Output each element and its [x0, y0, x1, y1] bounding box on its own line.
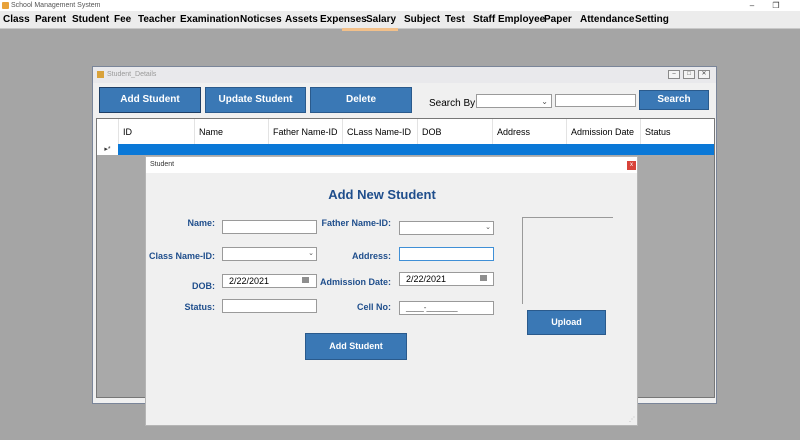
menu-bar: Class Parent Student Fee Teacher Examina…: [0, 11, 800, 29]
column-header-address[interactable]: Address: [492, 119, 566, 144]
menu-test[interactable]: Test: [445, 11, 465, 28]
column-header-class[interactable]: CLass Name-ID: [342, 119, 417, 144]
student-details-title: Student_Details: [107, 71, 157, 78]
student-dialog-title: Student: [150, 161, 175, 168]
menu-paper[interactable]: Paper: [544, 11, 572, 28]
restore-icon[interactable]: ❐: [764, 0, 788, 11]
menu-salary[interactable]: Salary: [366, 11, 396, 28]
menu-attendance[interactable]: Attendance: [580, 11, 634, 28]
column-header-father[interactable]: Father Name-ID: [268, 119, 342, 144]
grid-header: ID Name Father Name-ID CLass Name-ID DOB…: [97, 119, 714, 145]
menu-examination[interactable]: Examination: [180, 11, 239, 28]
menu-expenses[interactable]: Expenses: [320, 11, 367, 28]
chevron-down-icon: ⌄: [541, 97, 548, 106]
search-input[interactable]: [555, 94, 636, 107]
close-icon[interactable]: ✕: [698, 70, 710, 79]
menu-student[interactable]: Student: [72, 11, 109, 28]
menu-parent[interactable]: Parent: [35, 11, 66, 28]
column-header-dob[interactable]: DOB: [417, 119, 492, 144]
column-header-status[interactable]: Status: [640, 119, 714, 144]
close-icon[interactable]: x: [627, 161, 636, 170]
delete-button[interactable]: Delete: [310, 87, 412, 113]
maximize-icon[interactable]: □: [683, 70, 695, 79]
name-input[interactable]: [222, 220, 317, 234]
chevron-down-icon: ⌄: [485, 224, 491, 231]
window-icon: [97, 71, 104, 78]
add-student-submit-button[interactable]: Add Student: [305, 333, 407, 360]
upload-button[interactable]: Upload: [527, 310, 606, 335]
app-title-bar: School Management System – ❐: [0, 0, 800, 11]
add-student-button[interactable]: Add Student: [99, 87, 201, 113]
page-title: Add New Student: [328, 187, 436, 202]
column-header-admission[interactable]: Admission Date: [566, 119, 640, 144]
resize-grip-icon[interactable]: ⋰: [629, 416, 635, 423]
menu-setting[interactable]: Setting: [635, 11, 669, 28]
cell-no-label: Cell No:: [356, 302, 391, 312]
calendar-icon[interactable]: [480, 275, 487, 281]
table-row-selected[interactable]: [97, 144, 714, 155]
row-header[interactable]: ▸*: [97, 144, 118, 155]
admission-date-label: Admission Date:: [319, 277, 391, 287]
menu-fee[interactable]: Fee: [114, 11, 131, 28]
search-by-select[interactable]: ⌄: [476, 94, 552, 108]
accent-strip: [342, 28, 398, 31]
app-icon: [2, 2, 9, 9]
address-input[interactable]: [399, 247, 494, 261]
column-header-name[interactable]: Name: [194, 119, 268, 144]
update-student-button[interactable]: Update Student: [205, 87, 306, 113]
cell-no-input[interactable]: ____-_______: [399, 301, 494, 315]
dob-label: DOB:: [192, 281, 215, 291]
address-label: Address:: [351, 251, 391, 261]
calendar-icon[interactable]: [302, 277, 309, 283]
minimize-icon[interactable]: –: [740, 0, 764, 11]
student-details-caption: Student_Details – □ ✕: [93, 67, 716, 83]
status-label: Status:: [184, 302, 215, 312]
chevron-down-icon: ⌄: [308, 250, 314, 257]
menu-noticses[interactable]: Noticses: [240, 11, 282, 28]
father-name-label: Father Name-ID:: [321, 218, 391, 228]
minimize-icon[interactable]: –: [668, 70, 680, 79]
search-by-label: Search By:: [429, 98, 478, 109]
student-dialog-caption: Student x: [146, 157, 637, 173]
class-name-select[interactable]: ⌄: [222, 247, 317, 261]
menu-assets[interactable]: Assets: [285, 11, 318, 28]
menu-staff-employee[interactable]: Staff Employee: [473, 11, 545, 28]
menu-subject[interactable]: Subject: [404, 11, 440, 28]
menu-teacher[interactable]: Teacher: [138, 11, 176, 28]
taskbar-edge: [0, 440, 800, 445]
menu-class[interactable]: Class: [3, 11, 30, 28]
father-name-select[interactable]: ⌄: [399, 221, 494, 235]
search-button[interactable]: Search: [639, 90, 709, 110]
status-input[interactable]: [222, 299, 317, 313]
student-photo-box: [522, 217, 613, 304]
class-name-label: Class Name-ID:: [148, 251, 215, 261]
student-dialog: Student x Add New Student Name: Father N…: [145, 156, 638, 426]
app-title: School Management System: [11, 2, 101, 9]
column-header-id[interactable]: ID: [118, 119, 194, 144]
name-label: Name:: [187, 218, 215, 228]
